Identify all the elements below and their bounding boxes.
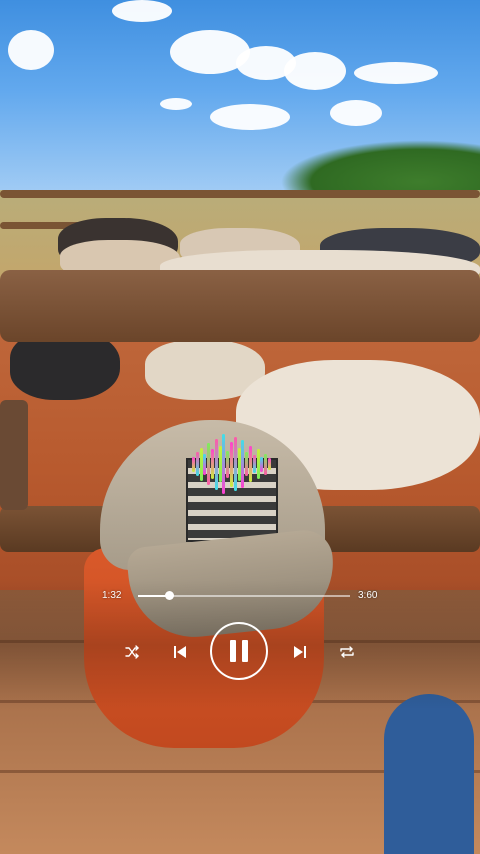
next-button[interactable] [290, 642, 310, 662]
next-icon [293, 645, 307, 659]
fence-post [0, 400, 28, 510]
visualizer-bar [252, 455, 256, 473]
cloud [8, 30, 54, 70]
cloud [160, 98, 192, 110]
pause-icon [228, 639, 250, 663]
visualizer-bar [268, 458, 271, 470]
shuffle-button[interactable] [122, 642, 142, 662]
visualizer-bar [241, 440, 245, 488]
cloud [284, 52, 346, 90]
visualizer-bar [249, 446, 252, 482]
cloud [112, 0, 172, 22]
shuffle-icon [125, 645, 139, 659]
front-fence-rail [0, 270, 480, 342]
visualizer-bar [203, 453, 207, 475]
visualizer-bar [237, 447, 241, 481]
visualizer-bar [211, 449, 214, 479]
music-player: 1:32 3:60 [0, 580, 480, 690]
visualizer-bar [199, 447, 203, 481]
visualizer-bar [214, 438, 218, 490]
progress-thumb[interactable] [165, 591, 175, 600]
cloud [330, 100, 382, 126]
blue-object [384, 694, 474, 854]
visualizer-bar [218, 446, 222, 482]
visualizer-bar [222, 434, 226, 494]
previous-icon [173, 645, 187, 659]
visualizer-bar [192, 456, 195, 472]
previous-button[interactable] [170, 642, 190, 662]
visualizer-bar [230, 441, 233, 487]
elapsed-time: 1:32 [102, 590, 122, 601]
repeat-icon [339, 645, 355, 659]
visualizer-bar [245, 452, 249, 476]
pause-button[interactable] [210, 622, 268, 680]
background-video-frame [0, 0, 480, 854]
cloud [210, 104, 290, 130]
visualizer-bar [226, 450, 230, 478]
total-time: 3:60 [358, 590, 378, 601]
audio-visualizer [192, 428, 272, 494]
visualizer-bar [195, 452, 199, 476]
visualizer-bar [264, 453, 268, 475]
visualizer-bar [233, 437, 237, 491]
visualizer-bar [256, 449, 260, 479]
visualizer-bar [207, 443, 211, 485]
cloud [354, 62, 438, 84]
back-fence-rail [0, 190, 480, 198]
visualizer-bar [260, 456, 264, 472]
repeat-button[interactable] [337, 642, 357, 662]
